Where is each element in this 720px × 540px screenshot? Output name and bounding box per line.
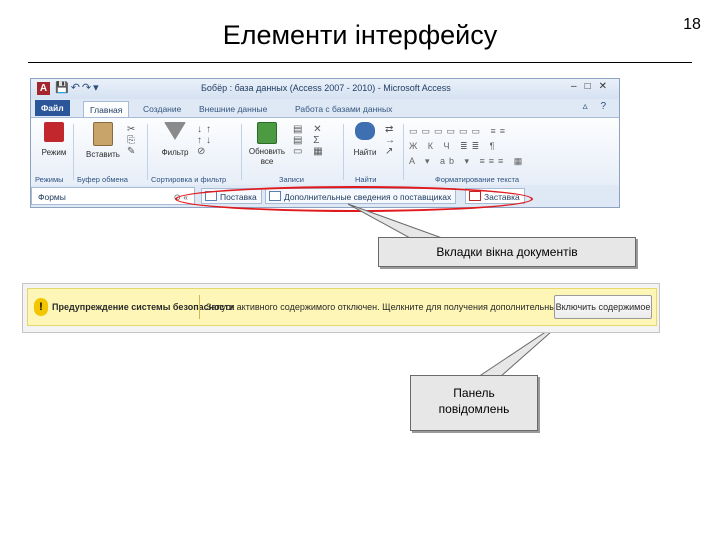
callout-pointers — [347, 203, 569, 378]
callout-message-bar-line2: повідомлень — [438, 402, 510, 416]
callout-message-bar-line1: Панель — [453, 386, 495, 400]
callout-pointer-doc-tabs — [347, 203, 443, 239]
message-bar-separator — [199, 295, 200, 319]
callout-document-tabs: Вкладки вікна документів — [378, 237, 636, 267]
warning-icon: ! — [34, 298, 48, 316]
message-bar: ! Предупреждение системы безопасности За… — [27, 288, 657, 326]
enable-content-button[interactable]: Включить содержимое — [554, 295, 652, 319]
message-bar-screenshot: ! Предупреждение системы безопасности За… — [22, 283, 660, 333]
callout-message-bar: Панель повідомлень — [410, 375, 538, 431]
message-bar-text[interactable]: Запуск активного содержимого отключен. Щ… — [206, 302, 604, 312]
